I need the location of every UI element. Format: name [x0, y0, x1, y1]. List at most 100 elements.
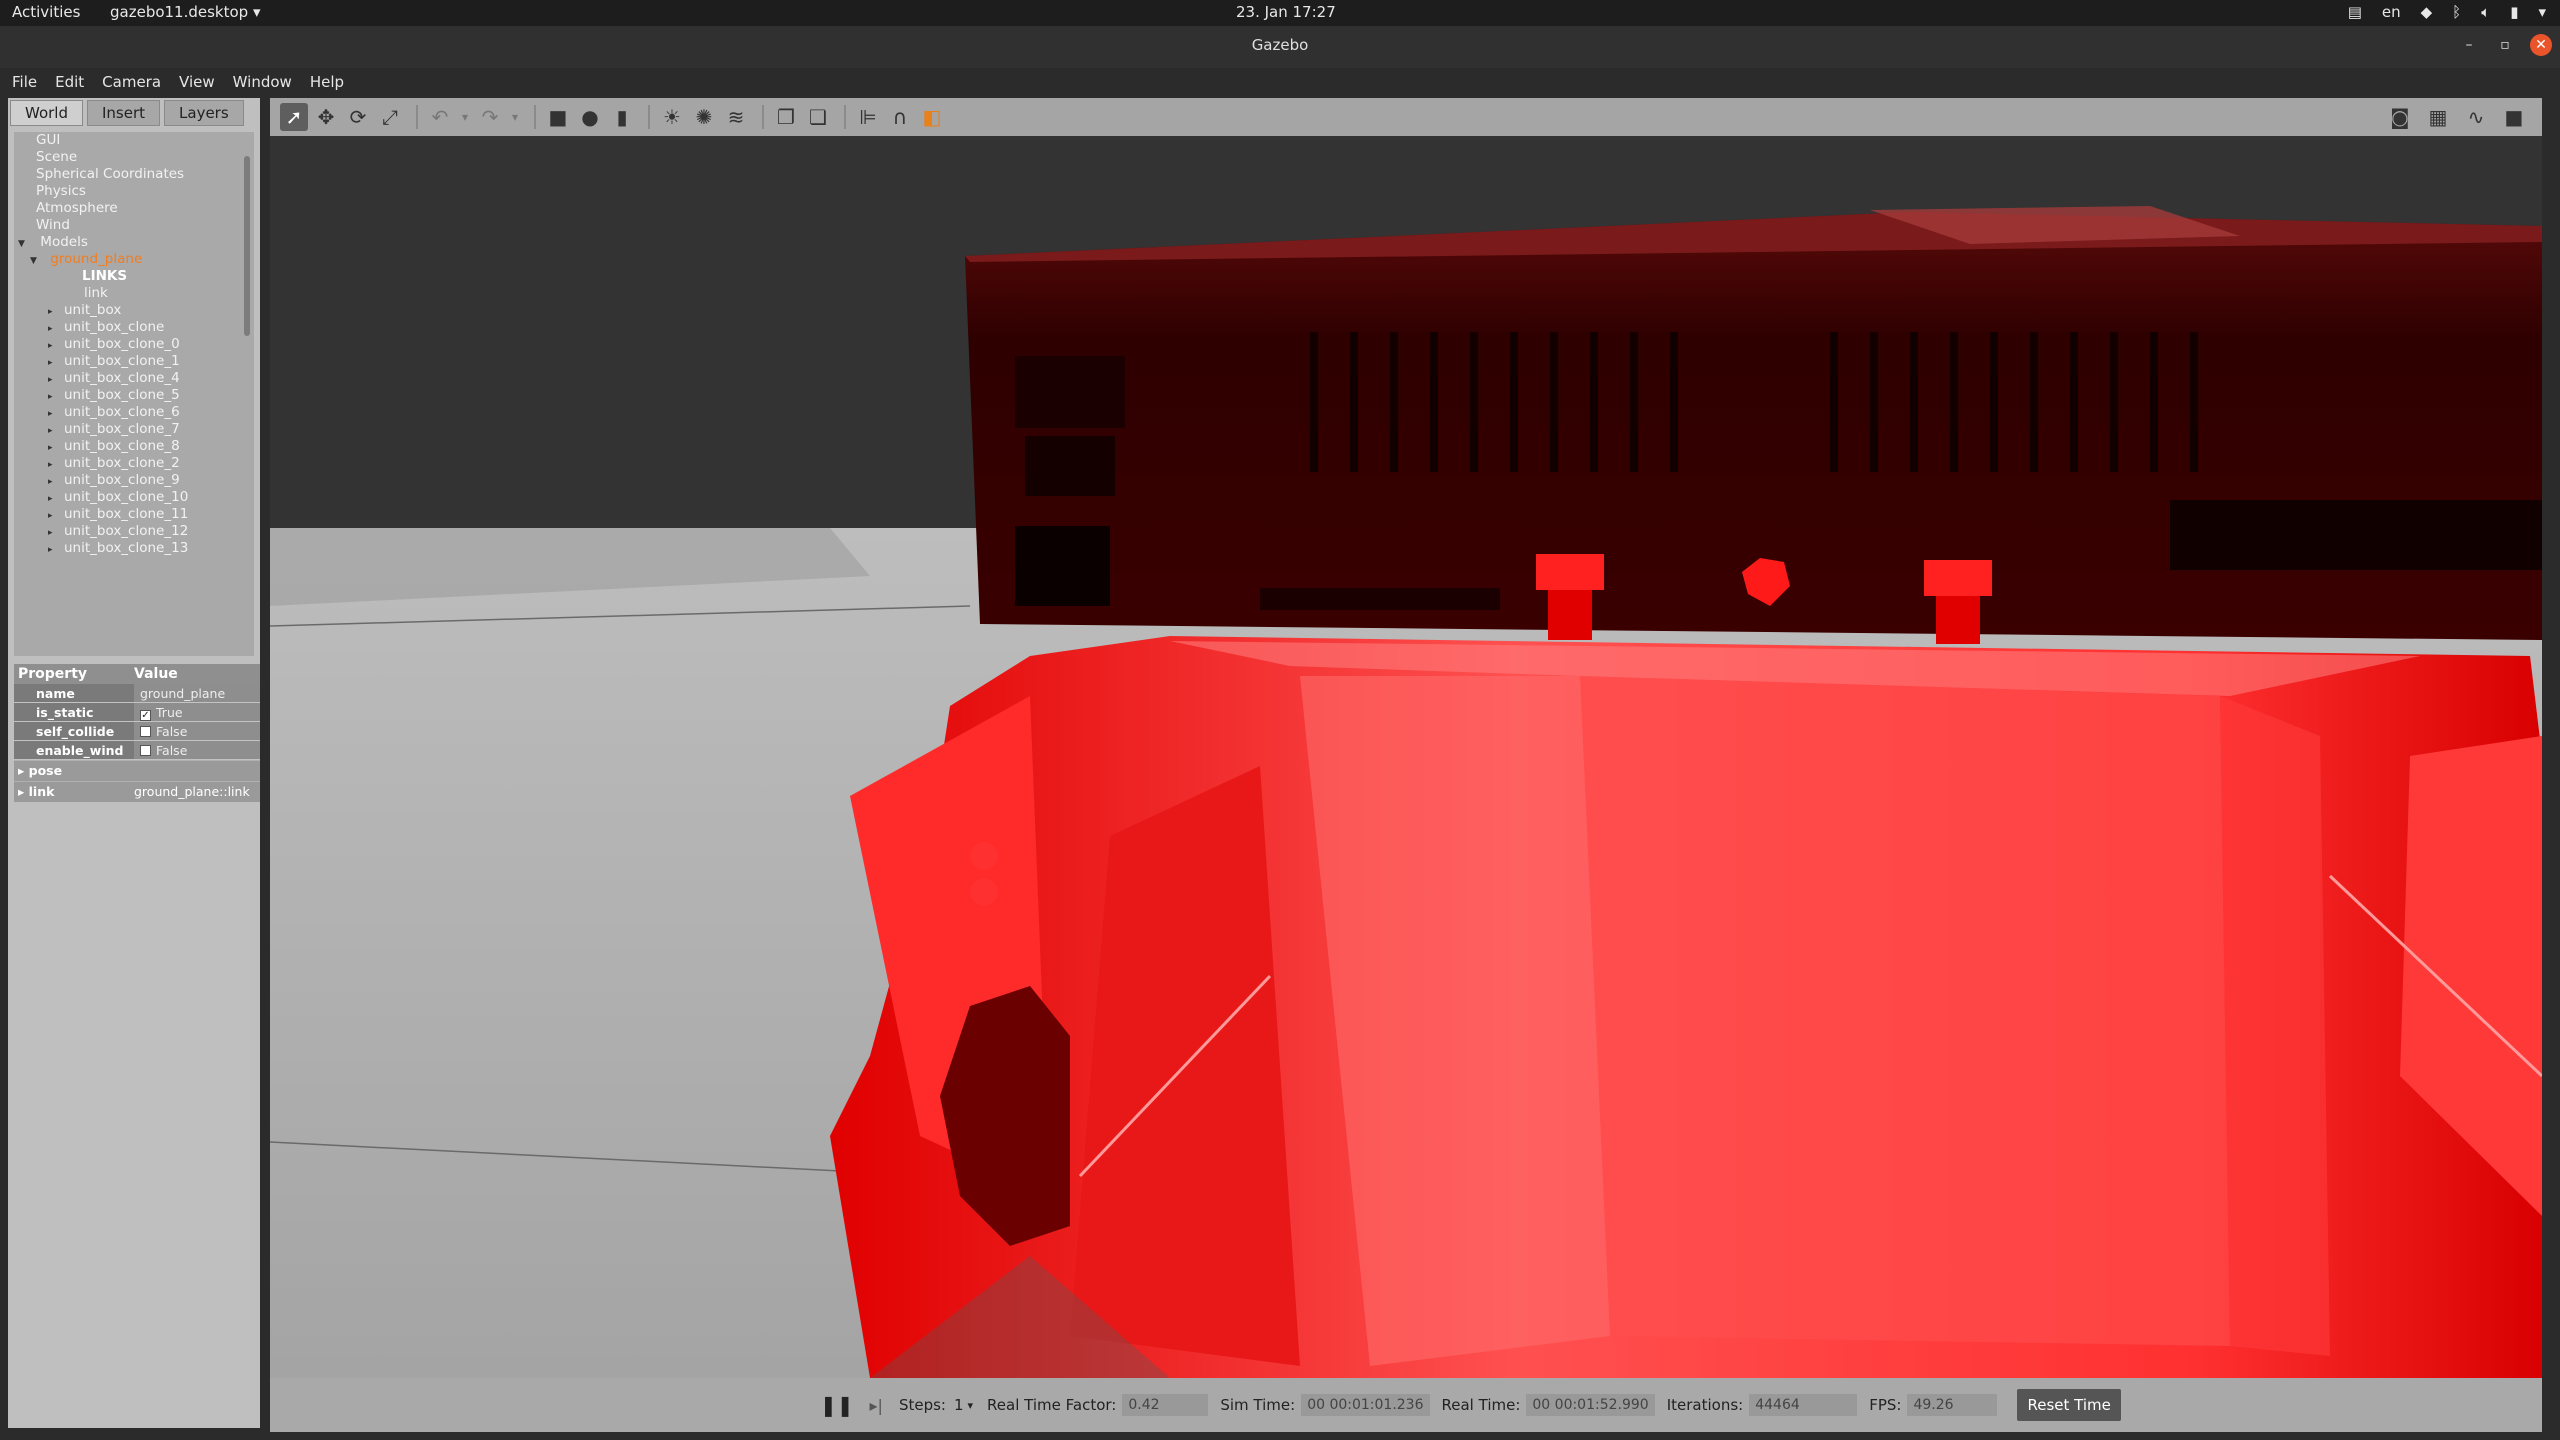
tree-item-model[interactable]: ▸ unit_box_clone_9 — [14, 472, 254, 489]
snap-icon[interactable]: ∩ — [886, 103, 914, 131]
cylinder-shape-icon[interactable]: ▮ — [608, 103, 636, 131]
sensor-dot — [970, 878, 998, 906]
menu-window[interactable]: Window — [233, 68, 292, 96]
expand-arrow-icon[interactable]: ▼ — [30, 253, 40, 270]
log-icon[interactable]: ▦ — [2424, 103, 2452, 131]
app-menu[interactable]: gazebo11.desktop ▾ — [110, 3, 261, 21]
3d-viewport[interactable] — [270, 136, 2542, 1378]
spot-light-icon[interactable]: ✺ — [690, 103, 718, 131]
restore-button[interactable]: ▫ — [2494, 34, 2516, 56]
step-button[interactable]: ▸| — [870, 1396, 883, 1415]
is-static-checkbox[interactable]: ✓ — [140, 710, 151, 721]
pause-button[interactable]: ❚❚ — [820, 1393, 854, 1417]
expand-arrow-icon[interactable]: ▼ — [18, 236, 28, 253]
tree-item-model-label: unit_box — [64, 302, 122, 318]
undo-history-icon[interactable]: ▾ — [458, 103, 472, 131]
plot-icon[interactable]: ∿ — [2462, 103, 2490, 131]
tree-item-model[interactable]: ▸ unit_box_clone_11 — [14, 506, 254, 523]
point-light-icon[interactable]: ☀ — [658, 103, 686, 131]
property-group-pose[interactable]: ▸ pose — [14, 761, 260, 781]
wifi-icon[interactable]: ◆ — [2421, 3, 2433, 21]
tree-item-model[interactable]: ▸ unit_box — [14, 302, 254, 319]
menu-file[interactable]: File — [12, 68, 37, 96]
battery-icon[interactable]: ▮ — [2510, 3, 2518, 21]
activities-button[interactable]: Activities — [12, 3, 80, 21]
tree-item-model[interactable]: ▸ unit_box_clone_4 — [14, 370, 254, 387]
language-indicator[interactable]: en — [2382, 3, 2401, 21]
property-key: enable_wind — [14, 741, 134, 759]
redo-icon[interactable]: ↷ — [476, 103, 504, 131]
tree-item-spherical-coordinates[interactable]: Spherical Coordinates — [36, 166, 254, 183]
property-row-self-collide[interactable]: self_collide False — [14, 722, 260, 741]
volume-icon[interactable]: 🔈︎ — [2481, 3, 2490, 21]
tree-item-model[interactable]: ▸ unit_box_clone_13 — [14, 540, 254, 557]
translate-mode-icon[interactable]: ✥ — [312, 103, 340, 131]
tree-item-link[interactable]: link — [14, 285, 254, 302]
bluetooth-icon[interactable]: ᛒ — [2452, 3, 2461, 21]
tree-item-ground-plane[interactable]: ▼ ground_plane — [14, 251, 254, 268]
directional-light-icon[interactable]: ≋ — [722, 103, 750, 131]
tree-item-models[interactable]: ▼ Models — [14, 234, 254, 251]
minimize-button[interactable]: – — [2458, 34, 2480, 56]
screenshot-icon[interactable]: ◙ — [2386, 103, 2414, 131]
paste-icon[interactable]: ❏ — [804, 103, 832, 131]
tree-item-gui[interactable]: GUI — [36, 132, 254, 149]
tree-item-model[interactable]: ▸ unit_box_clone_7 — [14, 421, 254, 438]
expand-arrow-icon[interactable]: ▸ — [18, 763, 24, 778]
tab-insert[interactable]: Insert — [87, 100, 161, 126]
system-tray[interactable]: ▤ en ◆ ᛒ 🔈︎ ▮ ▾ — [2348, 3, 2546, 21]
video-record-icon[interactable]: ■ — [2500, 103, 2528, 131]
property-key: name — [14, 684, 134, 702]
rotate-mode-icon[interactable]: ⟳ — [344, 103, 372, 131]
status-bar: ❚❚ ▸| Steps: 1 ▾ Real Time Factor: 0.42 … — [270, 1378, 2542, 1432]
align-icon[interactable]: ⊫ — [854, 103, 882, 131]
menu-help[interactable]: Help — [310, 68, 344, 96]
property-group-link[interactable]: ▸ link ground_plane::link — [14, 782, 260, 802]
copy-icon[interactable]: ❐ — [772, 103, 800, 131]
close-button[interactable]: ✕ — [2530, 34, 2552, 56]
tree-item-model[interactable]: ▸ unit_box_clone_6 — [14, 404, 254, 421]
tree-item-physics[interactable]: Physics — [36, 183, 254, 200]
sphere-shape-icon[interactable]: ● — [576, 103, 604, 131]
menu-view[interactable]: View — [179, 68, 215, 96]
enable-wind-checkbox[interactable] — [140, 745, 151, 756]
change-view-icon[interactable]: ◧ — [918, 103, 946, 131]
tree-scrollbar[interactable] — [244, 156, 250, 336]
tree-item-model[interactable]: ▸ unit_box_clone_0 — [14, 336, 254, 353]
property-row-name[interactable]: name ground_plane — [14, 684, 260, 703]
tree-item-atmosphere[interactable]: Atmosphere — [36, 200, 254, 217]
expand-arrow-icon[interactable]: ▸ — [18, 784, 24, 799]
box-shape-icon[interactable]: ■ — [544, 103, 572, 131]
tree-item-model[interactable]: ▸ unit_box_clone_2 — [14, 455, 254, 472]
tree-item-model[interactable]: ▸ unit_box_clone_10 — [14, 489, 254, 506]
tree-item-model-label: unit_box_clone_10 — [64, 489, 189, 505]
tree-item-model[interactable]: ▸ unit_box_clone_12 — [14, 523, 254, 540]
tab-world[interactable]: World — [10, 100, 83, 126]
menu-camera[interactable]: Camera — [102, 68, 161, 96]
tab-layers[interactable]: Layers — [164, 100, 244, 126]
reset-time-button[interactable]: Reset Time — [2017, 1389, 2121, 1421]
tree-item-wind[interactable]: Wind — [36, 217, 254, 234]
clock[interactable]: 23. Jan 17:27 — [1236, 3, 1336, 21]
tree-item-scene[interactable]: Scene — [36, 149, 254, 166]
world-tree[interactable]: GUI Scene Spherical Coordinates Physics … — [14, 132, 254, 656]
keyboard-icon[interactable]: ▤ — [2348, 3, 2362, 21]
self-collide-checkbox[interactable] — [140, 726, 151, 737]
expand-arrow-icon[interactable]: ▸ — [48, 542, 58, 559]
menu-edit[interactable]: Edit — [55, 68, 84, 96]
select-mode-icon[interactable]: ➚ — [280, 103, 308, 131]
tree-item-model[interactable]: ▸ unit_box_clone_8 — [14, 438, 254, 455]
property-row-is-static[interactable]: is_static ✓ True — [14, 703, 260, 722]
steps-value[interactable]: 1 — [954, 1396, 964, 1414]
chevron-down-icon[interactable]: ▾ — [2538, 3, 2546, 21]
chevron-down-icon[interactable]: ▾ — [968, 1399, 974, 1412]
scale-mode-icon[interactable]: ⤢ — [376, 103, 404, 131]
tree-item-model[interactable]: ▸ unit_box_clone_1 — [14, 353, 254, 370]
undo-icon[interactable]: ↶ — [426, 103, 454, 131]
tree-item-model[interactable]: ▸ unit_box_clone — [14, 319, 254, 336]
property-row-enable-wind[interactable]: enable_wind False — [14, 741, 260, 760]
real-time-label: Real Time: — [1441, 1396, 1521, 1414]
tree-item-model[interactable]: ▸ unit_box_clone_5 — [14, 387, 254, 404]
tree-item-model-label: unit_box_clone_6 — [64, 404, 180, 420]
redo-history-icon[interactable]: ▾ — [508, 103, 522, 131]
